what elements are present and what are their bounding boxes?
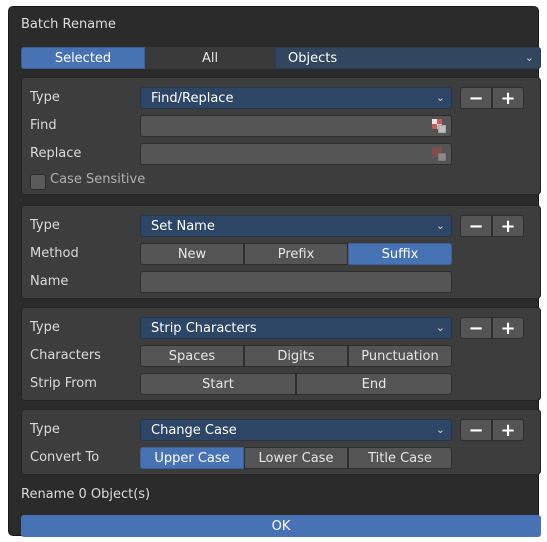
rule-add-remove: − + <box>460 317 524 339</box>
type-dropdown[interactable]: Change Case ⌄ <box>140 419 452 441</box>
batch-rename-dialog: Batch Rename Selected All Objects ⌄ Type… <box>8 6 541 537</box>
type-dropdown[interactable]: Find/Replace ⌄ <box>140 87 452 109</box>
convert-to-label: Convert To <box>30 450 100 465</box>
characters-label: Characters <box>30 348 101 363</box>
remove-rule-button[interactable]: − <box>460 87 492 109</box>
rule-add-remove: − + <box>460 215 524 237</box>
lower-case-button[interactable]: Lower Case <box>244 447 348 469</box>
tab-all[interactable]: All <box>145 47 275 69</box>
method-new-button[interactable]: New <box>140 243 244 265</box>
remove-rule-button[interactable]: − <box>460 215 492 237</box>
rule-panel-change-case: Type Change Case ⌄ − + Convert To Upper … <box>21 409 541 475</box>
upper-case-button[interactable]: Upper Case <box>140 447 244 469</box>
type-label: Type <box>30 90 60 105</box>
dialog-title: Batch Rename <box>21 17 116 32</box>
add-rule-button[interactable]: + <box>492 215 524 237</box>
eyedropper-icon[interactable] <box>431 146 447 162</box>
remove-rule-button[interactable]: − <box>460 317 492 339</box>
rule-panel-strip-characters: Type Strip Characters ⌄ − + Characters S… <box>21 307 541 401</box>
type-label: Type <box>30 218 60 233</box>
chevron-down-icon: ⌄ <box>435 91 445 104</box>
characters-options: Spaces Digits Punctuation <box>140 345 452 367</box>
replace-label: Replace <box>30 146 82 161</box>
find-input[interactable] <box>140 115 452 137</box>
strip-punctuation-toggle[interactable]: Punctuation <box>348 345 452 367</box>
strip-end-toggle[interactable]: End <box>296 373 452 395</box>
remove-rule-button[interactable]: − <box>460 419 492 441</box>
method-prefix-button[interactable]: Prefix <box>244 243 348 265</box>
rule-panel-set-name: Type Set Name ⌄ − + Method New Prefix Su… <box>21 205 541 299</box>
name-label: Name <box>30 274 69 289</box>
method-options: New Prefix Suffix <box>140 243 452 265</box>
method-suffix-button[interactable]: Suffix <box>348 243 452 265</box>
tab-selected[interactable]: Selected <box>21 47 145 69</box>
strip-spaces-toggle[interactable]: Spaces <box>140 345 244 367</box>
name-input[interactable] <box>140 271 452 293</box>
eyedropper-icon[interactable] <box>431 118 447 134</box>
find-label: Find <box>30 118 57 133</box>
rule-add-remove: − + <box>460 87 524 109</box>
target-type-dropdown[interactable]: Objects ⌄ <box>275 47 541 69</box>
ok-button[interactable]: OK <box>21 515 541 537</box>
scope-bar: Selected All Objects ⌄ <box>21 47 541 69</box>
rule-panel-find-replace: Type Find/Replace ⌄ − + Find Replace Cas… <box>21 77 541 195</box>
title-case-button[interactable]: Title Case <box>348 447 452 469</box>
convert-options: Upper Case Lower Case Title Case <box>140 447 452 469</box>
rename-status: Rename 0 Object(s) <box>21 487 151 502</box>
chevron-down-icon: ⌄ <box>435 423 445 436</box>
type-label: Type <box>30 320 60 335</box>
strip-from-label: Strip From <box>30 376 97 391</box>
strip-from-options: Start End <box>140 373 452 395</box>
add-rule-button[interactable]: + <box>492 317 524 339</box>
case-sensitive-checkbox[interactable] <box>30 174 46 190</box>
strip-start-toggle[interactable]: Start <box>140 373 296 395</box>
add-rule-button[interactable]: + <box>492 419 524 441</box>
case-sensitive-label: Case Sensitive <box>50 172 146 187</box>
method-label: Method <box>30 246 79 261</box>
type-dropdown[interactable]: Strip Characters ⌄ <box>140 317 452 339</box>
rule-add-remove: − + <box>460 419 524 441</box>
replace-input[interactable] <box>140 143 452 165</box>
type-dropdown[interactable]: Set Name ⌄ <box>140 215 452 237</box>
add-rule-button[interactable]: + <box>492 87 524 109</box>
chevron-down-icon: ⌄ <box>524 51 534 64</box>
strip-digits-toggle[interactable]: Digits <box>244 345 348 367</box>
type-label: Type <box>30 422 60 437</box>
chevron-down-icon: ⌄ <box>435 219 445 232</box>
chevron-down-icon: ⌄ <box>435 321 445 334</box>
